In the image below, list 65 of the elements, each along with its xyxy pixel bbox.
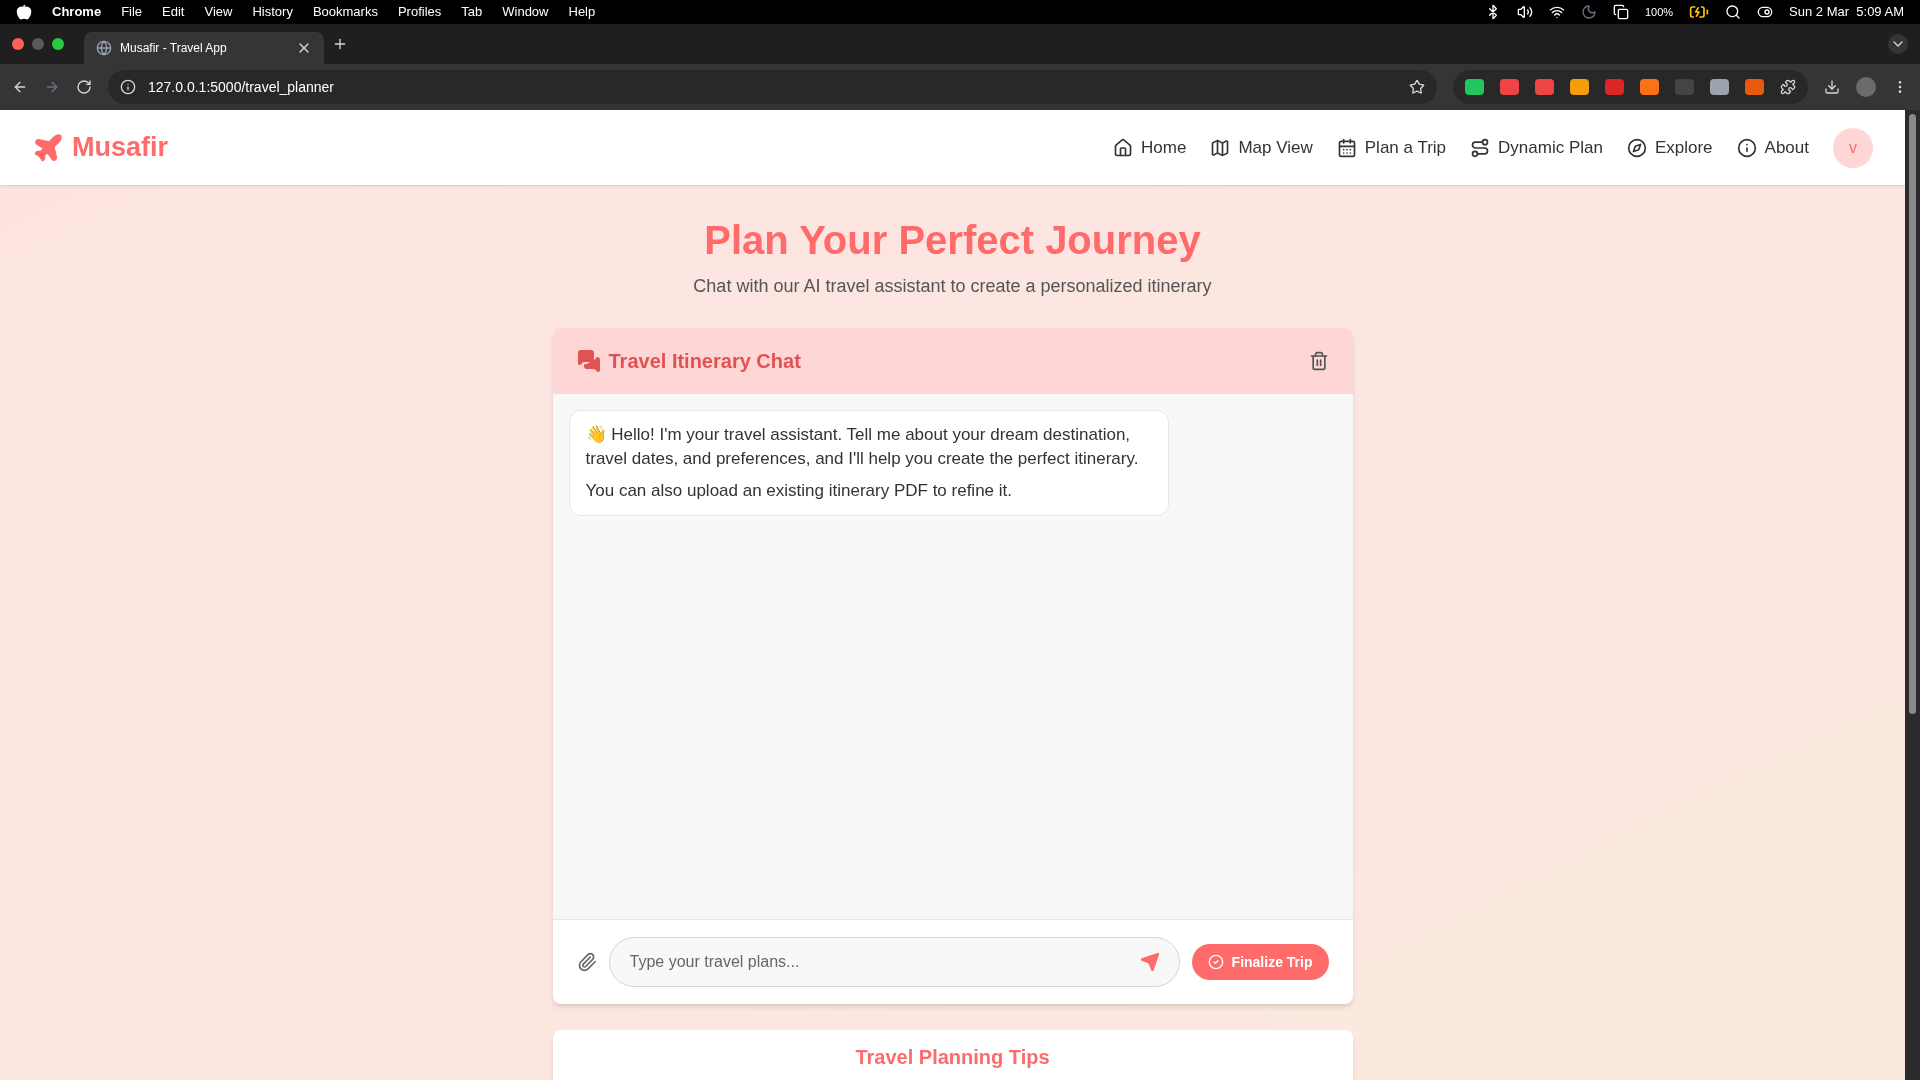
download-icon[interactable]: [1824, 79, 1840, 95]
reload-icon[interactable]: [76, 79, 92, 95]
bookmark-star-icon[interactable]: [1409, 79, 1425, 95]
paperclip-icon[interactable]: [576, 952, 597, 972]
menu-item[interactable]: Profiles: [397, 2, 442, 22]
tab-search-icon[interactable]: [1888, 34, 1908, 54]
check-circle-icon: [1207, 954, 1224, 970]
nav-link[interactable]: Dynamic Plan: [1470, 134, 1603, 161]
info-icon: [1736, 137, 1757, 158]
back-icon[interactable]: [12, 79, 28, 95]
send-icon[interactable]: [1139, 952, 1160, 972]
message-input[interactable]: Type your travel plans...: [608, 937, 1180, 987]
menu-item[interactable]: File: [121, 2, 143, 22]
tab-title: Musafir - Travel App: [120, 40, 227, 57]
nav-link[interactable]: About: [1736, 134, 1809, 161]
forward-icon[interactable]: [44, 79, 60, 95]
menu-item[interactable]: Edit: [162, 2, 185, 22]
extension-icon[interactable]: [1500, 79, 1519, 95]
search-icon[interactable]: [1725, 4, 1742, 20]
nav-link[interactable]: Plan a Trip: [1336, 134, 1447, 161]
volume-icon[interactable]: [1516, 4, 1533, 20]
menu-item[interactable]: Window: [502, 2, 549, 22]
address-field[interactable]: 127.0.0.1:5000/travel_planner: [108, 70, 1437, 104]
extension-icon[interactable]: [1640, 79, 1659, 95]
compass-icon: [1626, 137, 1647, 158]
message-text: You can also upload an existing itinerary PDF to refine it.: [585, 480, 1013, 502]
trash-icon[interactable]: [1308, 351, 1329, 371]
apple-icon[interactable]: [16, 4, 32, 20]
extensions-icon[interactable]: [1780, 79, 1796, 95]
extension-icon[interactable]: [1465, 79, 1484, 95]
battery-percentage: 100%: [1644, 4, 1674, 20]
globe-icon: [96, 40, 112, 56]
page-subtitle: Chat with our AI travel assistant to create a personalized itinerary: [693, 275, 1212, 298]
nav-link[interactable]: Map View: [1210, 134, 1313, 161]
menu-item[interactable]: Tab: [461, 2, 483, 22]
site-info-icon[interactable]: [120, 79, 136, 95]
calendar-icon: [1336, 137, 1357, 158]
control-center-icon[interactable]: [1757, 4, 1774, 20]
nav-link[interactable]: Explore: [1626, 134, 1713, 161]
route-icon: [1470, 137, 1491, 158]
menu-item[interactable]: View: [204, 2, 233, 22]
home-icon: [1113, 137, 1134, 158]
chat-title: Travel Itinerary Chat: [608, 349, 801, 374]
screen-mirroring-icon[interactable]: [1612, 4, 1629, 20]
moon-icon[interactable]: [1580, 4, 1597, 20]
menu-item[interactable]: Bookmarks: [312, 2, 378, 22]
extension-icon[interactable]: [1745, 79, 1764, 95]
extension-icon[interactable]: [1535, 79, 1554, 95]
extension-icon[interactable]: [1570, 79, 1589, 95]
browser-tab[interactable]: Musafir - Travel App: [84, 32, 324, 64]
menu-item[interactable]: Chrome: [52, 2, 102, 22]
menu-clock: Sun 2 Mar 5:09 AM: [1789, 3, 1904, 22]
new-tab-icon[interactable]: [332, 36, 348, 52]
tips-title: Travel Planning Tips: [855, 1045, 1050, 1070]
nav-link[interactable]: Home: [1113, 134, 1187, 161]
scrollbar[interactable]: [1905, 110, 1920, 1080]
page-title: Plan Your Perfect Journey: [704, 217, 1201, 264]
chat-bubbles-icon: [576, 349, 601, 373]
map-icon: [1210, 137, 1231, 158]
menu-item[interactable]: Help: [568, 2, 596, 22]
menu-item[interactable]: History: [252, 2, 293, 22]
extension-icon[interactable]: [1710, 79, 1729, 95]
plane-logo-icon: [32, 131, 64, 164]
message-text: 👋 Hello! I'm your travel assistant. Tell me about your dream destination, travel dates, and preferences, and I'll help you create the perfect itinerary.: [585, 424, 1140, 470]
wifi-icon[interactable]: [1548, 4, 1565, 20]
